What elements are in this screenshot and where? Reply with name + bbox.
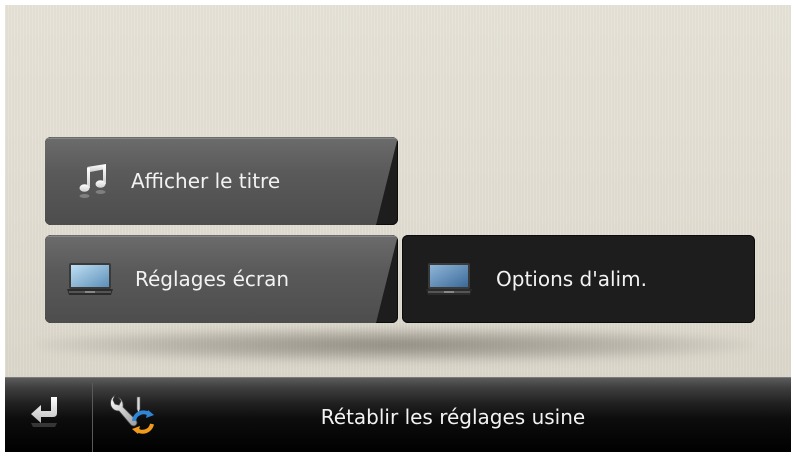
reset-factory-button[interactable]: Rétablir les réglages usine [93,377,791,452]
afficher-titre-button[interactable]: Afficher le titre [45,137,398,225]
afficher-titre-label: Afficher le titre [131,169,281,193]
screen: Afficher le titre Réglages écran Options… [5,5,791,452]
options-alim-label: Options d'alim. [496,267,647,291]
music-note-icon [79,164,106,198]
bottom-bar: Rétablir les réglages usine [5,377,791,452]
options-alim-button[interactable]: Options d'alim. [402,235,755,323]
back-button[interactable] [5,377,91,452]
monitor-icon [67,263,113,295]
back-arrow-icon [31,397,57,427]
menu-shadow [35,327,755,363]
reglages-ecran-label: Réglages écran [135,267,290,291]
reset-factory-label: Rétablir les réglages usine [320,405,586,429]
reglages-ecran-button[interactable]: Réglages écran [45,235,398,323]
power-moon-monitor-icon [426,263,472,295]
